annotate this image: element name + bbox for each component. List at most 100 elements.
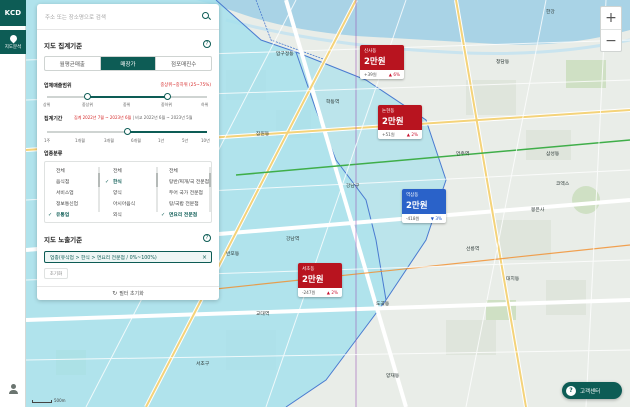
map-label: 언주역 [456,152,470,157]
tick-label: 중하위 [161,102,173,107]
category-option[interactable]: 양식 [105,187,157,198]
marker-rate: ▼ 3% [430,216,442,221]
slider-handle-low[interactable] [83,93,91,100]
map-label: 선릉역 [466,247,480,252]
marker-header: 신사동 2만원 [360,45,404,70]
tick-label: 중위 [123,102,131,107]
marker-header: 역삼동 2만원 [402,189,446,214]
category-option[interactable]: 외식 [105,209,157,220]
map-label: 강남역 [286,237,300,242]
marker-region-name: 논현동 [382,109,395,114]
map-label: 반포동 [226,252,240,257]
period-slider[interactable] [47,128,207,135]
close-icon[interactable]: × [202,254,207,261]
period-label: 집계기간 [44,116,63,122]
region-marker[interactable]: 신사동 2만원 +39원 ▲ 6% [360,45,404,79]
scrollbar[interactable] [209,167,211,212]
map-scale: 500m [32,398,66,403]
marker-value: 2만원 [364,57,386,67]
map-label: 교대역 [256,312,270,317]
aggregation-title: 지도 집계기준 [44,42,83,50]
slider-handle-high[interactable] [163,93,171,100]
aggregation-tabs: 월평균매출 매장가 점포매진수 [44,56,212,71]
map-label: 양재동 [386,374,400,379]
category-option[interactable]: 한식 [105,176,157,187]
zoom-in-button[interactable]: + [601,7,621,29]
marker-region-name: 서초동 [302,267,315,272]
map-label: 대치동 [506,277,520,282]
filter-tag-label: 업종(유식업 > 한식 > 면요리 전문점 / 0%~100%) [50,255,157,261]
logo[interactable]: KCD [0,0,26,26]
tick-label: 중상위 [82,102,94,107]
tab-store-count[interactable]: 점포매진수 [155,57,211,70]
tab-store-price[interactable]: 매장가 [99,57,156,70]
category-option[interactable]: 탕반/찌개/국 전문점 [161,176,213,187]
map-label: 서초구 [196,362,210,367]
marker-diff: -247원 [302,289,316,295]
marker-value: 2만원 [406,201,428,211]
category-option[interactable]: 아시아음식 [105,198,157,209]
question-icon: ? [566,385,576,396]
category-option[interactable]: 유통업 [48,209,100,220]
rail-item-map-analysis[interactable]: 지도분석 [0,30,26,54]
rail-item-label: 지도분석 [4,44,22,50]
reset-all-button[interactable]: ↻ 필터 초기화 [37,286,219,300]
tick-label: 3개월 [104,138,114,143]
search-input[interactable]: 주소 또는 장소명으로 검색 [45,13,202,21]
scrollbar[interactable] [156,167,158,212]
category-option[interactable]: 전체 [105,165,157,176]
help-icon[interactable]: ? [203,234,211,242]
category-column-1: 전체 음식점 서비스업 정보통신업 유통업 [48,165,100,220]
category-selector: 전체 음식점 서비스업 정보통신업 유통업 전체 한식 양식 아시아음식 외식 … [44,161,212,223]
zoom-out-button[interactable]: − [601,29,621,51]
marker-diff: +39원 [364,71,377,77]
reset-button[interactable]: 초기화 [44,268,68,279]
map-label: 학동역 [326,100,340,105]
region-marker[interactable]: 역삼동 2만원 -418원 ▼ 3% [402,189,446,223]
category-option[interactable]: 정보통신업 [48,198,100,209]
tick-label: 하위 [201,102,209,107]
zoom-control: + − [600,6,622,52]
category-option[interactable]: 서비스업 [48,187,100,198]
refresh-icon: ↻ [112,290,118,297]
category-option[interactable]: 전체 [161,165,213,176]
scrollbar[interactable] [98,167,100,212]
period-note: 집계 2022년 7월 ~ 2023년 6월 | 비교 2022년 6월 ~ 2… [74,115,193,120]
map-label: 도곡동 [376,302,390,307]
tick-label: 상위 [43,102,51,107]
sales-range-slider[interactable] [47,93,207,100]
search-bar[interactable]: 주소 또는 장소명으로 검색 [37,4,219,30]
category-option[interactable]: 전체 [48,165,100,176]
map-label: 잠원동 [256,132,270,137]
sales-range-hint: 중상위~중하위 (25~75%) [160,83,211,88]
slider-handle[interactable] [123,128,131,135]
tab-monthly-sales[interactable]: 월평균매출 [45,57,100,70]
category-option[interactable]: 두어 국가 전문점 [161,187,213,198]
customer-support-button[interactable]: ? 고객센터 [562,382,622,399]
map-label: 봉은사 [531,208,545,213]
map-label: 강남구 [346,184,360,189]
category-option[interactable]: 탕/국밥 전문점 [161,198,213,209]
search-icon[interactable] [202,12,211,21]
region-marker[interactable]: 서초동 2만원 -247원 ▲ 2% [298,263,342,297]
help-icon[interactable]: ? [203,40,211,48]
category-label: 업종분류 [44,151,63,157]
marker-value: 2만원 [302,275,324,285]
tick-label: 5년 [182,138,189,143]
marker-value: 2만원 [382,117,404,127]
filter-panel: 주소 또는 장소명으로 검색 지도 집계기준 ? 월평균매출 매장가 점포매진수… [37,4,219,300]
user-icon[interactable] [8,384,18,394]
filter-tag: 업종(유식업 > 한식 > 면요리 전문점 / 0%~100%) × [44,251,212,263]
category-column-2: 전체 한식 양식 아시아음식 외식 [105,165,157,220]
category-option[interactable]: 음식점 [48,176,100,187]
tick-label: 1년 [158,138,165,143]
region-marker[interactable]: 논현동 2만원 +51원 ▲ 2% [378,105,422,139]
left-rail: KCD 지도분석 [0,0,26,407]
category-column-3: 전체 탕반/찌개/국 전문점 두어 국가 전문점 탕/국밥 전문점 면요리 전문… [161,165,213,220]
tick-label: 1개월 [75,138,85,143]
marker-header: 논현동 2만원 [378,105,422,130]
map-label: 삼성동 [546,152,560,157]
marker-header: 서초동 2만원 [298,263,342,288]
category-option[interactable]: 면요리 전문점 [161,209,213,220]
map-label: 청담동 [496,60,510,65]
